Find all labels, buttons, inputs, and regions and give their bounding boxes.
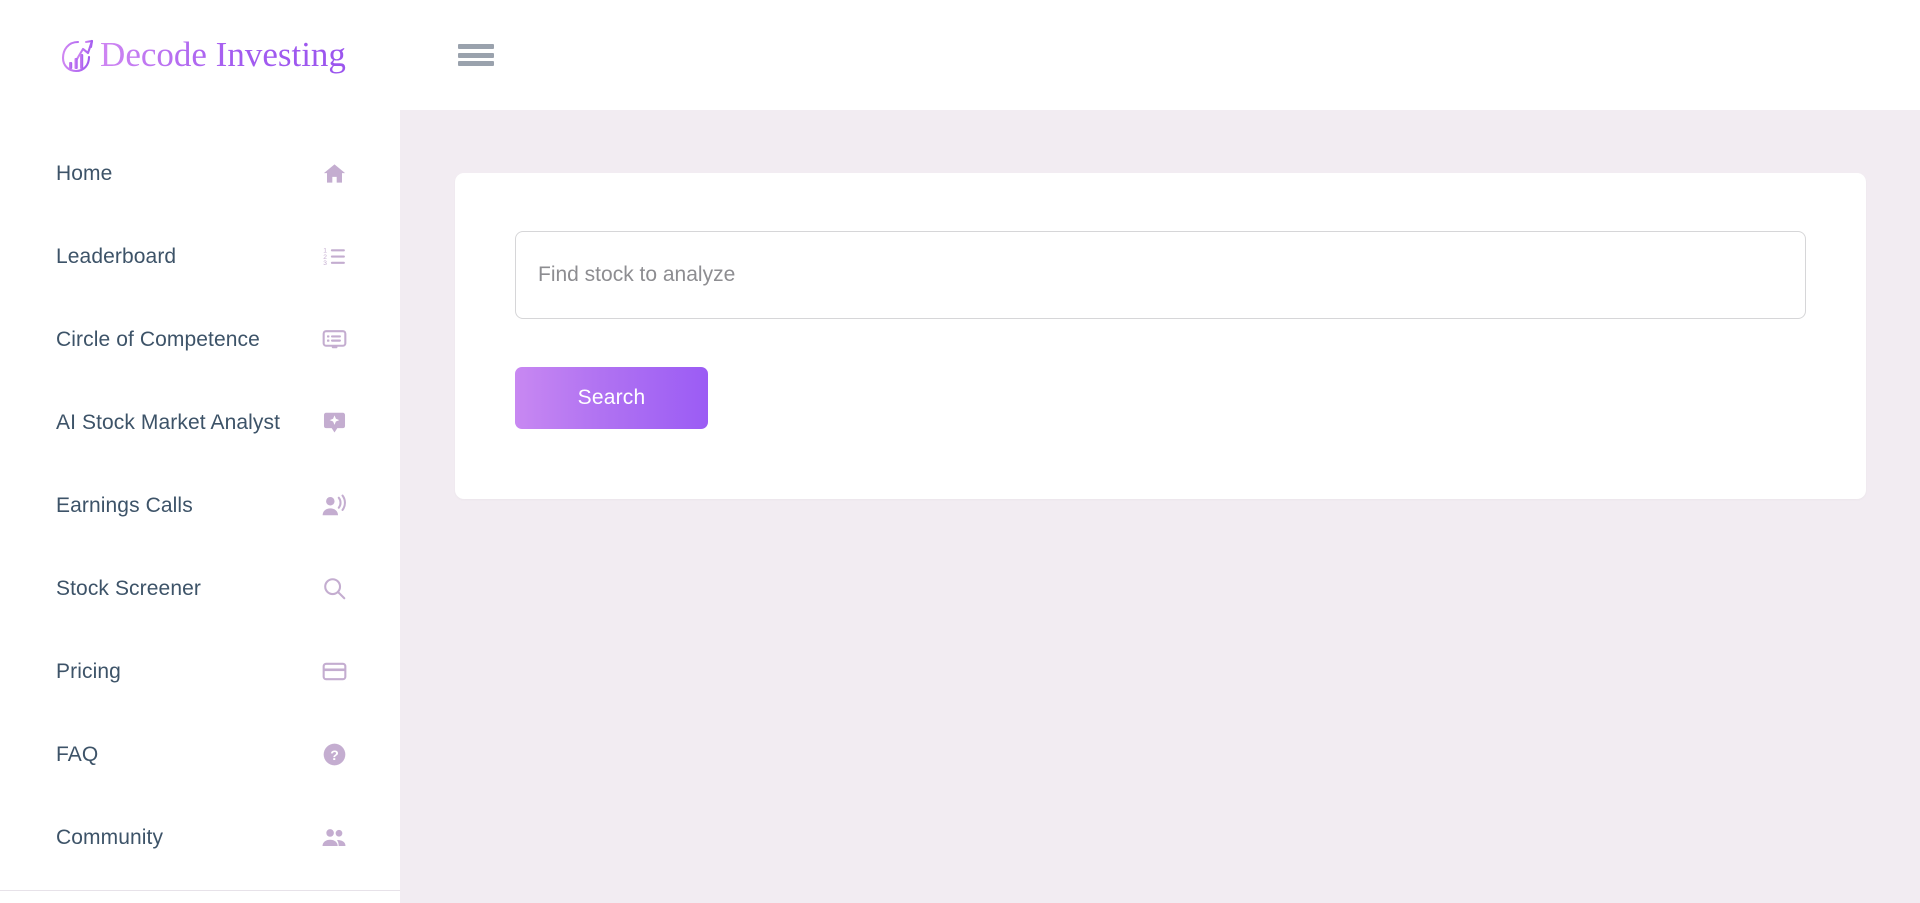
sidebar-item-stock-screener[interactable]: Stock Screener	[0, 547, 400, 630]
home-icon	[321, 161, 347, 187]
credit-card-icon	[321, 659, 347, 685]
sidebar-item-label: FAQ	[56, 742, 99, 766]
sidebar-item-label: Earnings Calls	[56, 493, 193, 517]
svg-text:3: 3	[323, 260, 327, 267]
sidebar: Decode Investing Home Leaderboard 1 2 3 …	[0, 0, 400, 903]
app-root: Decode Investing Home Leaderboard 1 2 3 …	[0, 0, 1920, 903]
sidebar-item-status[interactable]: Status	[0, 879, 400, 903]
sidebar-nav: Home Leaderboard 1 2 3 Circle of Compete…	[0, 110, 400, 903]
sidebar-item-faq[interactable]: FAQ ?	[0, 713, 400, 796]
sidebar-item-leaderboard[interactable]: Leaderboard 1 2 3	[0, 215, 400, 298]
search-icon	[321, 576, 347, 602]
topbar	[400, 0, 1920, 110]
brand-logo[interactable]: Decode Investing	[0, 0, 400, 110]
hamburger-menu-icon[interactable]	[458, 42, 494, 68]
hamburger-bar	[458, 61, 494, 66]
sidebar-item-earnings-calls[interactable]: Earnings Calls	[0, 464, 400, 547]
sidebar-item-label: Leaderboard	[56, 244, 177, 268]
monitor-list-icon	[321, 327, 347, 353]
sidebar-item-label: Stock Screener	[56, 576, 201, 600]
sidebar-item-label: Pricing	[56, 659, 121, 683]
sidebar-item-circle-of-competence[interactable]: Circle of Competence	[0, 298, 400, 381]
hamburger-bar	[458, 52, 494, 58]
sidebar-item-label: Home	[56, 161, 113, 185]
hamburger-bar	[458, 44, 494, 49]
main-area: Search	[400, 110, 1920, 903]
people-group-icon	[321, 825, 347, 851]
ordered-list-icon: 1 2 3	[321, 244, 347, 270]
sidebar-item-ai-stock-market-analyst[interactable]: AI Stock Market Analyst	[0, 381, 400, 464]
sidebar-item-label: AI Stock Market Analyst	[56, 410, 281, 434]
svg-text:?: ?	[330, 747, 339, 763]
stock-search-card: Search	[455, 173, 1866, 499]
search-button[interactable]: Search	[515, 367, 708, 429]
circle-growth-chart-icon	[60, 35, 94, 75]
sidebar-item-community[interactable]: Community	[0, 796, 400, 879]
question-circle-icon: ?	[321, 742, 347, 768]
sidebar-item-home[interactable]: Home	[0, 132, 400, 215]
sidebar-item-label: Community	[56, 825, 164, 849]
search-input[interactable]	[515, 231, 1806, 319]
brand-name: Decode Investing	[100, 35, 346, 74]
sidebar-item-pricing[interactable]: Pricing	[0, 630, 400, 713]
content-column: Search	[400, 0, 1920, 903]
person-broadcast-icon	[321, 493, 347, 519]
sidebar-item-label: Circle of Competence	[56, 327, 260, 351]
sidebar-divider	[0, 890, 400, 891]
sparkle-chat-icon	[321, 410, 347, 436]
